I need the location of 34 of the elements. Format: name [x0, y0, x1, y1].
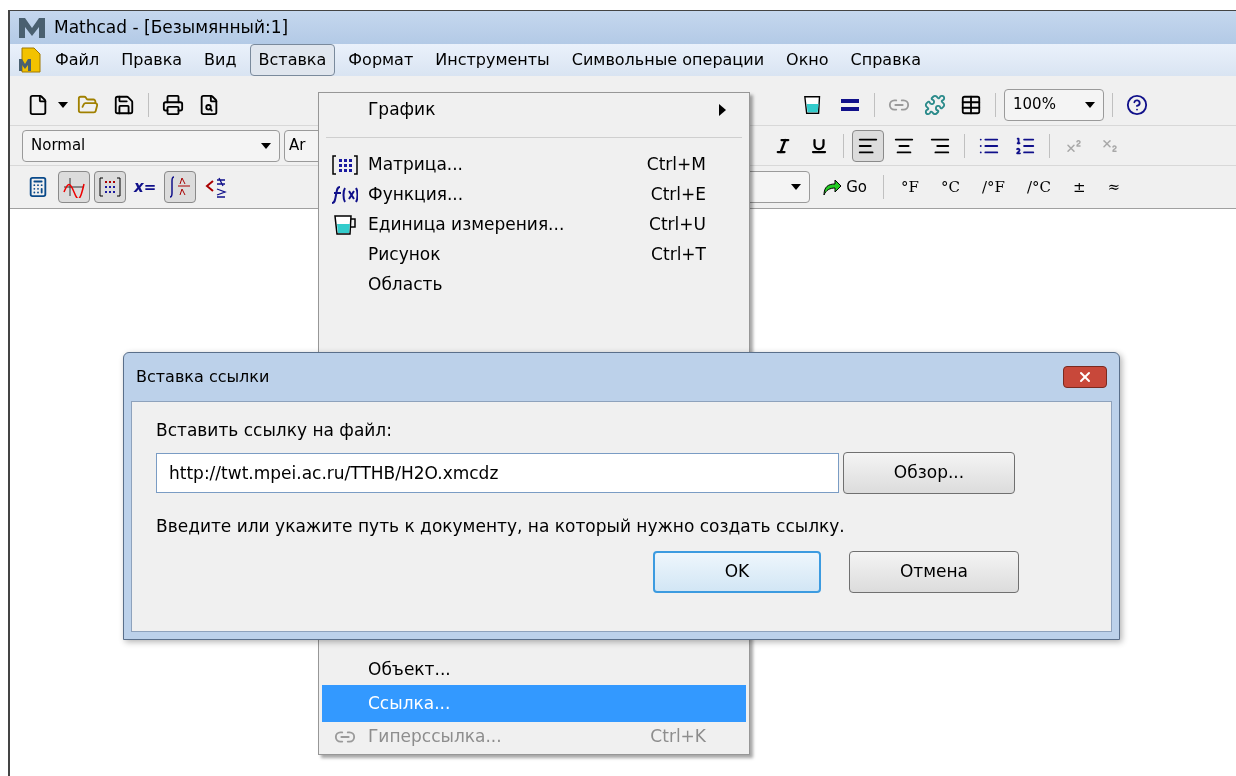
menu-bar-item[interactable]: Правка [112, 44, 192, 76]
menu-bar-item[interactable]: Файл [46, 44, 109, 76]
menu-item[interactable]: График [322, 95, 746, 125]
style-dropdown[interactable]: Normal [22, 129, 280, 162]
dialog-title: Вставка ссылки [136, 366, 270, 388]
menu-bar-item[interactable]: Вид [195, 44, 246, 76]
menu-item[interactable]: Единица измерения... Ctrl+U [322, 210, 746, 240]
menu-item[interactable]: Объект... [322, 655, 746, 685]
unit-button[interactable]: /°C [1017, 175, 1060, 199]
path-input[interactable]: http://twt.mpei.ac.ru/TTHB/H2O.xmcdz [156, 452, 839, 493]
zoom-dropdown[interactable]: 100% [1004, 88, 1104, 121]
unit-button[interactable]: /°F [972, 175, 1014, 199]
menu-bar-item[interactable]: Справка [841, 44, 931, 76]
menu-bar-item[interactable]: Окно [777, 44, 838, 76]
menu-item[interactable]: Функция... Ctrl+E [322, 180, 746, 210]
window-title: Mathcad - [Безымянный:1] [54, 15, 289, 39]
unit-button[interactable]: ± [1063, 175, 1095, 199]
hint-text: Введите или укажите путь к документу, на который нужно создать ссылку. [156, 514, 846, 538]
menu-bar-item[interactable]: Вставка [249, 44, 336, 76]
menu-item[interactable]: Рисунок Ctrl+T [322, 240, 746, 270]
evaluate-button[interactable]: x= [130, 175, 161, 199]
menu-item[interactable]: Матрица... Ctrl+M [322, 150, 746, 180]
cancel-button[interactable]: Отмена [849, 551, 1019, 593]
browse-button[interactable]: Обзор... [843, 451, 1015, 494]
unit-button[interactable]: °C [932, 175, 969, 199]
go-button[interactable]: Go [814, 175, 876, 199]
field-label: Вставить ссылку на файл: [156, 419, 393, 442]
ok-button[interactable]: OK [653, 551, 821, 593]
unit-button[interactable]: ≈ [1098, 175, 1130, 199]
menu-item[interactable]: Область [322, 270, 746, 300]
menu-bar-item[interactable]: Инструменты [426, 44, 559, 76]
menu-bar-item[interactable]: Формат [339, 44, 423, 76]
menu-bar-item[interactable]: Символьные операции [562, 44, 774, 76]
unit-button[interactable]: °F [892, 175, 928, 199]
